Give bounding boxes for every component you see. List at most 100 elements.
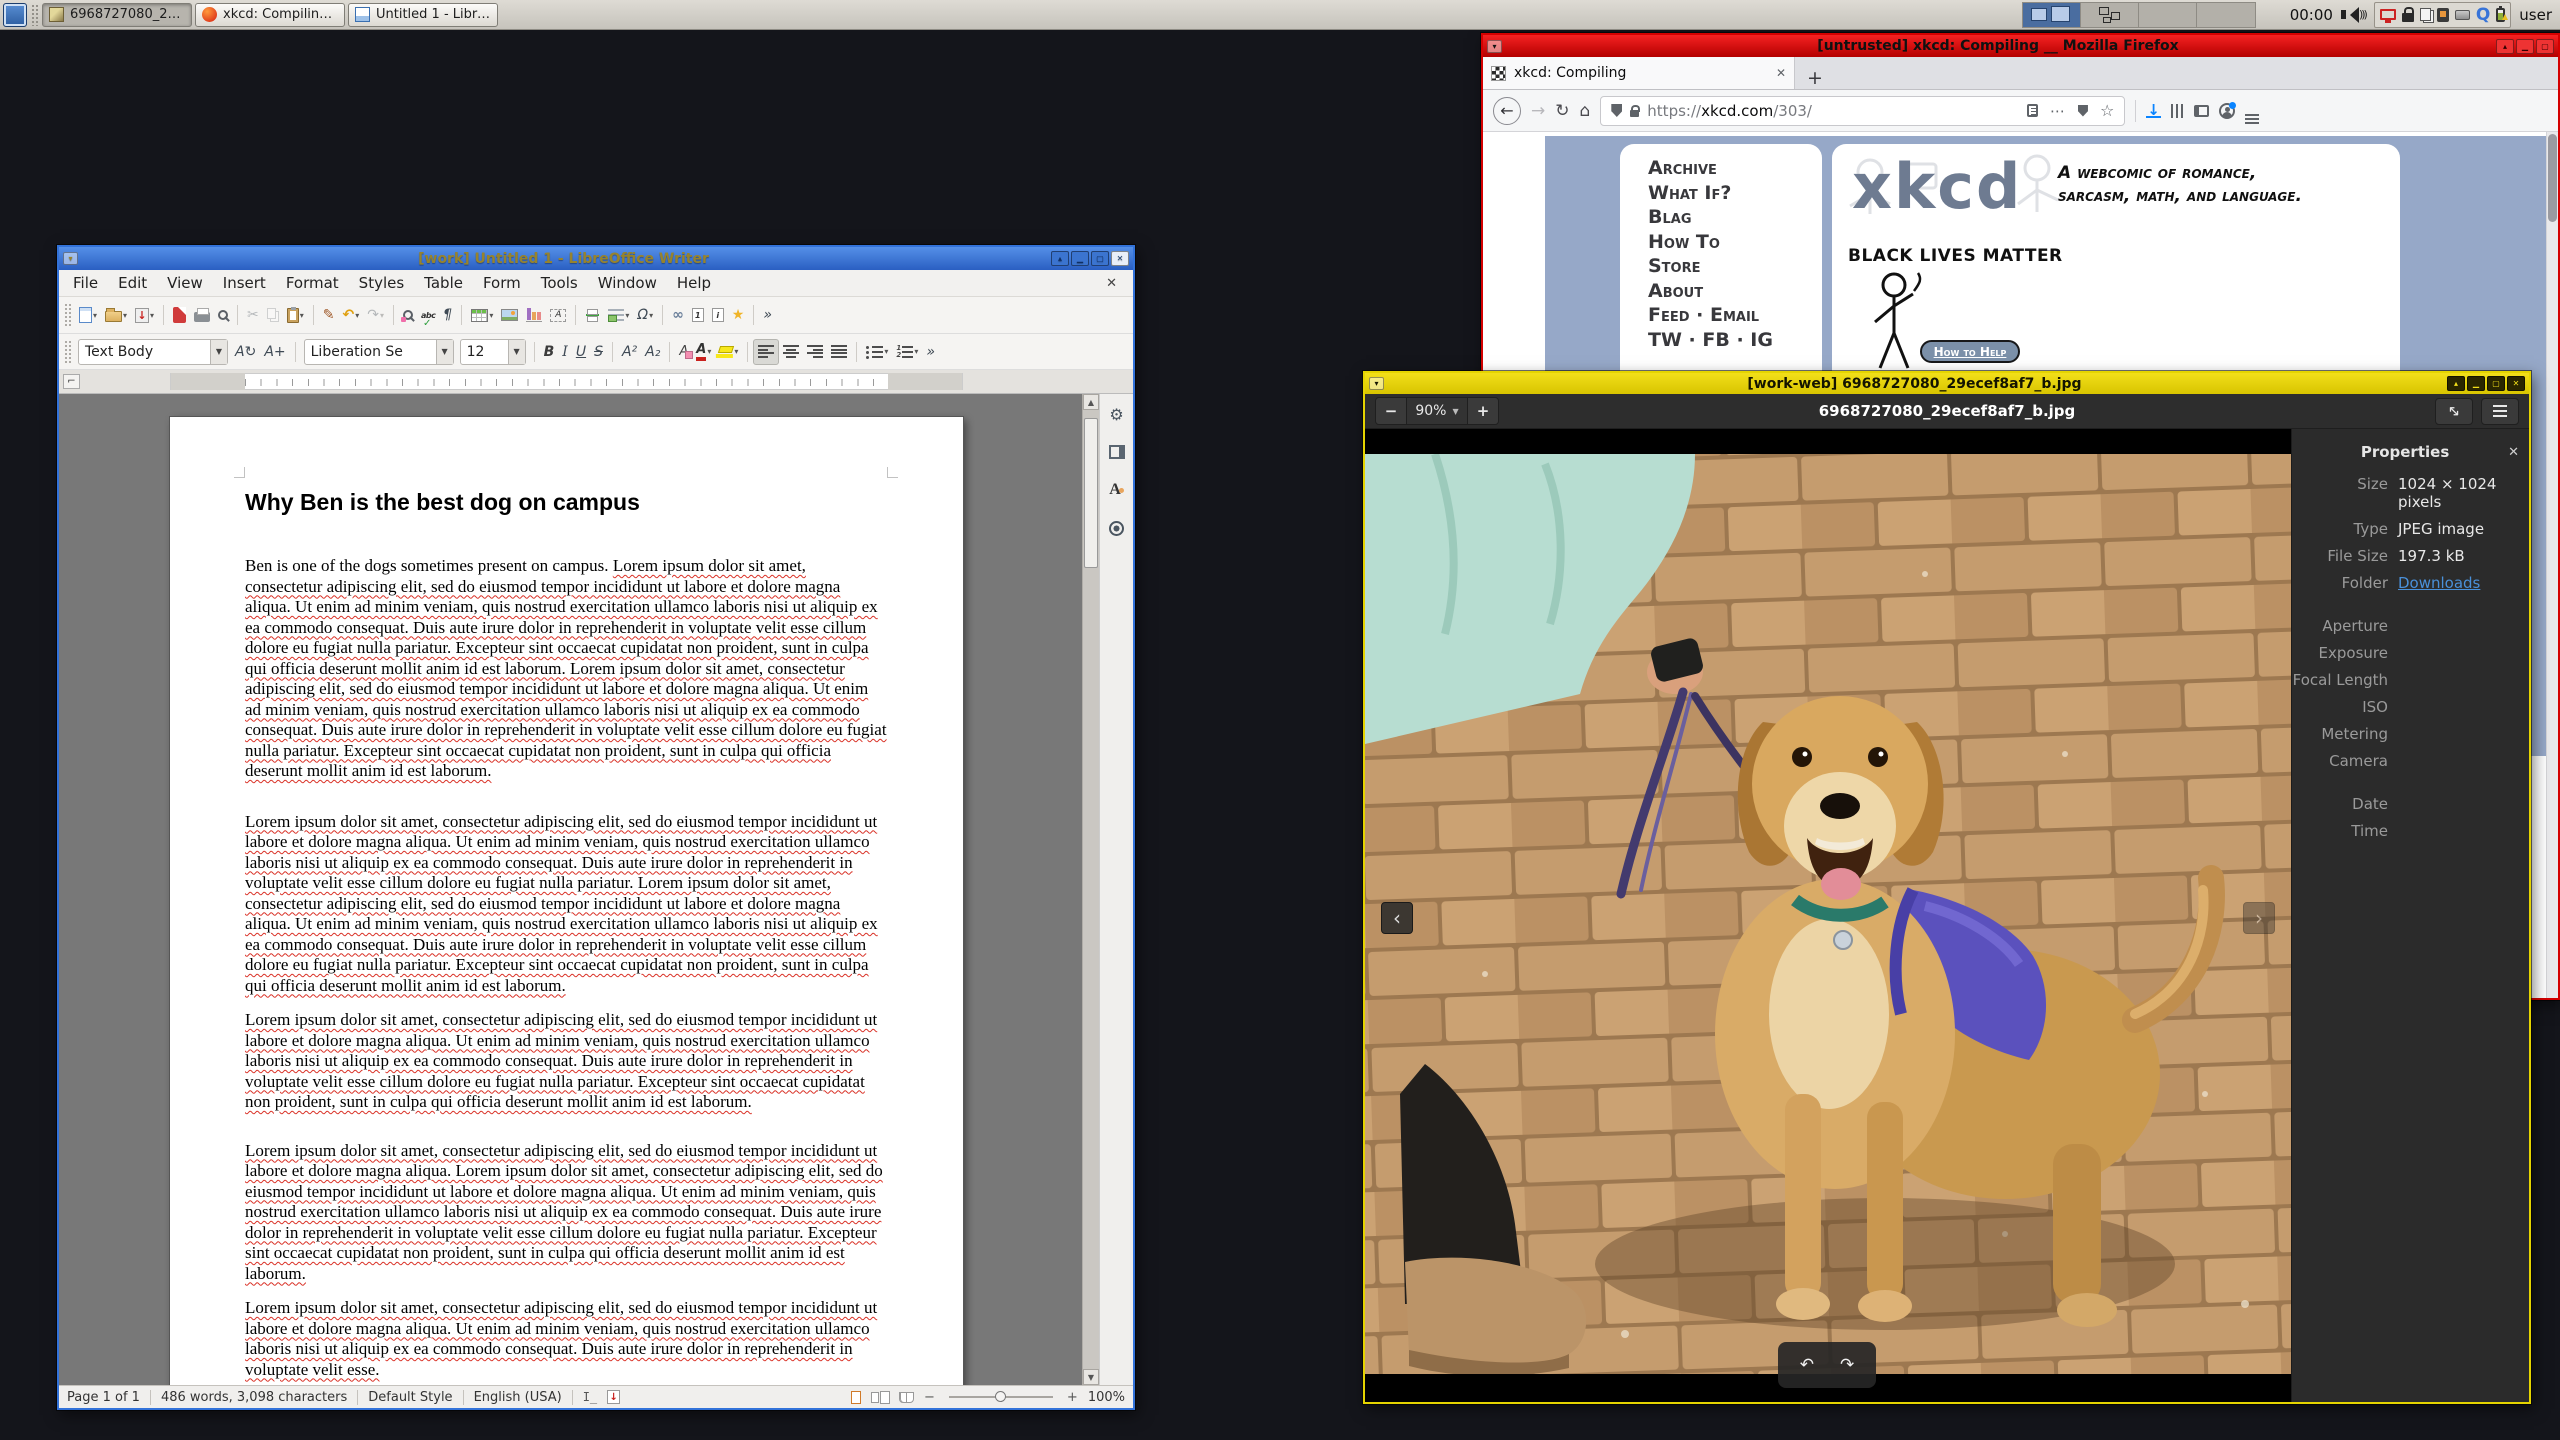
xkcd-nav-link[interactable]: About (1648, 279, 1822, 304)
back-icon[interactable]: ← (1493, 96, 1521, 125)
new-tab-button[interactable]: + (1795, 67, 1835, 89)
usb-device-icon[interactable] (2436, 7, 2449, 22)
next-image-icon[interactable]: › (2243, 902, 2275, 934)
xkcd-nav-link[interactable]: How To (1648, 230, 1822, 255)
menu-item[interactable]: Insert (213, 274, 276, 292)
hyperlink-icon[interactable]: ∞ (668, 302, 688, 328)
protections-shield-icon[interactable] (2077, 104, 2088, 117)
writer-titlebar[interactable]: ▾ [work] Untitled 1 - LibreOffice Writer… (59, 247, 1133, 270)
window-menu-icon[interactable]: ▾ (1369, 377, 1384, 390)
library-icon[interactable] (2170, 103, 2184, 118)
qubes-vm-monitor-icon[interactable] (2379, 9, 2396, 23)
insert-table-icon[interactable]: ▾ (467, 302, 497, 328)
menu-item[interactable]: Help (667, 274, 721, 292)
maximize-button[interactable]: ▢ (2536, 38, 2554, 54)
unsaved-changes-icon[interactable] (607, 1390, 621, 1404)
insert-mode-icon[interactable]: I_ (583, 1390, 597, 1404)
new-document-icon[interactable]: ▾ (75, 302, 101, 328)
scroll-down-icon[interactable]: ▼ (1083, 1369, 1099, 1385)
new-style-icon[interactable]: A+ (260, 339, 289, 365)
xkcd-nav-link[interactable]: What If? (1648, 181, 1822, 206)
how-to-help-button[interactable]: How to Help (1920, 340, 2020, 363)
xkcd-nav-link[interactable]: TW · FB · IG (1648, 328, 1822, 353)
close-button[interactable]: ✕ (2507, 376, 2525, 391)
footnote-icon[interactable]: 1 (688, 302, 708, 328)
workspace-2[interactable] (2080, 2, 2139, 27)
close-document-icon[interactable]: ✕ (1094, 276, 1129, 291)
reader-mode-icon[interactable] (2026, 104, 2038, 117)
firefox-titlebar[interactable]: ▾ [untrusted] xkcd: Compiling __ Mozilla… (1483, 35, 2558, 57)
strikethrough-icon[interactable]: S (590, 339, 607, 365)
menu-item[interactable]: Form (473, 274, 531, 292)
menu-item[interactable]: Tools (531, 274, 588, 292)
window-menu-icon[interactable]: ▾ (63, 252, 78, 265)
menu-item[interactable]: Edit (108, 274, 157, 292)
panel-launcher-icon[interactable] (3, 2, 27, 27)
tab-stop-selector[interactable]: ⌐ (63, 374, 80, 389)
font-color-icon[interactable]: A ▾ (692, 339, 715, 365)
tab-close-icon[interactable]: ✕ (1776, 66, 1786, 80)
navigator-panel-icon[interactable] (1105, 516, 1129, 540)
menu-item[interactable]: Table (414, 274, 473, 292)
page-style[interactable]: Default Style (368, 1390, 452, 1405)
app-menu-icon[interactable] (2481, 397, 2519, 425)
align-center-icon[interactable] (779, 339, 803, 365)
align-left-icon[interactable] (753, 338, 780, 365)
numbered-list-icon[interactable]: ▾ (892, 339, 922, 365)
menu-item[interactable]: Styles (349, 274, 415, 292)
firefox-window-icon[interactable]: xkcd: Compiling ___ Moz... (195, 2, 345, 27)
font-size-combo[interactable]: 12 ▼ (459, 338, 526, 365)
shade-button[interactable]: ▴ (2496, 38, 2514, 54)
paragraph-style-combo[interactable]: Text Body ▼ (78, 338, 228, 365)
maximize-button[interactable]: ▢ (1091, 251, 1109, 266)
app-menu-icon[interactable] (2244, 113, 2259, 116)
spellcheck-icon[interactable]: abc (417, 302, 439, 329)
export-pdf-icon[interactable] (169, 302, 190, 328)
clear-formatting-icon[interactable]: A (675, 339, 694, 365)
disk-icon[interactable] (2454, 9, 2470, 20)
word-count[interactable]: 486 words, 3,098 characters (161, 1390, 347, 1405)
bold-icon[interactable]: B (540, 339, 559, 365)
insert-field-icon[interactable]: ▾ (604, 302, 633, 328)
workspace-switcher[interactable] (2021, 1, 2256, 28)
text-language[interactable]: English (USA) (474, 1390, 562, 1405)
lock-icon[interactable] (2401, 7, 2414, 22)
justify-icon[interactable] (827, 339, 851, 365)
minimize-button[interactable]: ▁ (2516, 38, 2534, 54)
bookmark-icon[interactable]: ★ (728, 302, 749, 328)
properties-panel-icon[interactable] (1105, 440, 1129, 464)
sidebar-icon[interactable] (2193, 104, 2209, 117)
zoom-slider-thumb[interactable] (994, 1391, 1006, 1402)
xkcd-nav-link[interactable]: Store (1648, 254, 1822, 279)
clipboard-icon[interactable] (2419, 8, 2431, 21)
rotate-right-icon[interactable]: ↷ (1840, 1355, 1854, 1375)
insert-chart-icon[interactable] (522, 302, 546, 328)
insert-textbox-icon[interactable]: A (546, 302, 570, 328)
downloads-icon[interactable]: ↓ (2146, 102, 2161, 118)
window-menu-icon[interactable]: ▾ (1487, 39, 1502, 53)
find-replace-icon[interactable] (399, 302, 417, 328)
xkcd-nav-link[interactable]: Blag (1648, 205, 1822, 230)
tracking-shield-icon[interactable] (1611, 104, 1623, 117)
document-page[interactable]: Why Ben is the best dog on campus Ben is… (170, 417, 963, 1385)
zoom-level-dropdown[interactable]: 90% ▼ (1406, 398, 1468, 424)
vertical-scrollbar[interactable]: ▲ ▼ (1082, 394, 1099, 1385)
page-actions-icon[interactable]: ⋯ (2050, 102, 2066, 120)
underline-icon[interactable]: U (572, 339, 590, 365)
print-icon[interactable] (190, 302, 214, 328)
clone-formatting-icon[interactable]: ✎ (319, 302, 339, 328)
scrollbar-thumb[interactable] (1084, 418, 1098, 568)
viewer-titlebar[interactable]: ▾ [work-web] 6968727080_29ecef8af7_b.jpg… (1365, 373, 2529, 394)
toolbar-overflow-icon[interactable]: » (922, 339, 939, 365)
zoom-in-icon[interactable]: + (1067, 1390, 1078, 1405)
maximize-button[interactable]: ▢ (2487, 376, 2505, 391)
xkcd-nav-link[interactable]: Archive (1648, 156, 1822, 181)
xkcd-logo[interactable]: xkcd (1852, 150, 2022, 223)
xkcd-nav-link[interactable]: Feed · Email (1648, 303, 1822, 328)
align-right-icon[interactable] (803, 339, 827, 365)
previous-image-icon[interactable]: ‹ (1381, 902, 1413, 934)
bullet-list-icon[interactable]: ▾ (862, 339, 892, 365)
home-icon[interactable]: ⌂ (1580, 101, 1591, 121)
cut-icon[interactable]: ✂ (243, 302, 263, 328)
print-preview-icon[interactable] (214, 302, 232, 328)
